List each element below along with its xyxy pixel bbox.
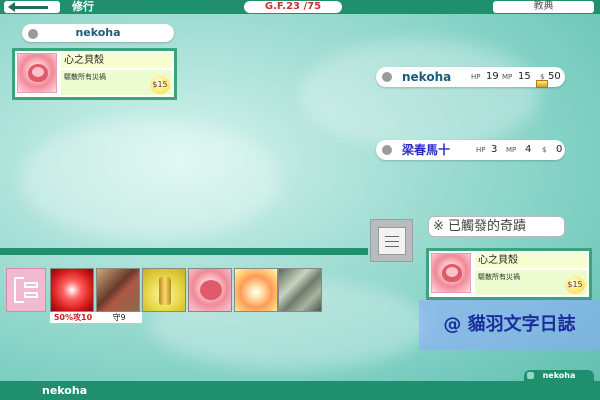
mp-value: 15	[518, 71, 531, 82]
selected-card[interactable]: 心之貝殼 驅散所有災禍 $15	[12, 48, 177, 100]
hand-card-label: 50%攻10	[50, 312, 96, 323]
opponent-status-2[interactable]: 梁春馬十 HP 3 MP 4 $ 0	[376, 140, 565, 160]
money-label: $	[542, 146, 547, 154]
gf-label: G.F.	[264, 1, 287, 12]
hp-value: 3	[491, 144, 498, 155]
hand-card-gray[interactable]	[278, 268, 322, 312]
hand-card-label: 守9	[96, 312, 142, 323]
card-price-coin: $15	[565, 276, 585, 294]
hand-card-attack[interactable]: 50%攻10	[50, 268, 96, 323]
hand-card-guard[interactable]: 守9	[96, 268, 142, 323]
hand-card-heart-shell[interactable]	[188, 268, 232, 312]
field-divider	[0, 248, 368, 255]
coin-icon	[536, 80, 548, 88]
hp-value: 19	[486, 71, 499, 82]
gf-total: /75	[303, 1, 322, 12]
bottom-bar	[0, 381, 600, 400]
bg-cloud	[20, 120, 280, 240]
card-name: 心之貝殼	[61, 53, 172, 68]
money-value: 50	[548, 71, 561, 82]
hp-label: HP	[471, 73, 481, 81]
card-stack-icon	[378, 227, 406, 255]
heart-shell-card-art	[17, 53, 57, 93]
mp-label: MP	[502, 73, 513, 81]
triggered-miracle-label: ※ 已觸發的奇蹟	[428, 216, 565, 237]
footer-pill-name: nekoha	[542, 371, 576, 380]
watermark: @ 貓羽文字日誌	[419, 300, 600, 350]
card-name: 心之貝殼	[475, 253, 587, 268]
status-dot-icon	[382, 72, 392, 82]
player-name: nekoha	[75, 26, 121, 39]
hand-card-glow[interactable]	[234, 268, 278, 312]
bg-cloud	[300, 40, 540, 150]
status-dot-icon	[382, 145, 392, 155]
heart-shell-card-art	[431, 253, 471, 293]
back-arrow-icon	[8, 2, 48, 12]
card-stack-slot[interactable]	[370, 219, 413, 262]
mp-value: 4	[525, 144, 532, 155]
grace-fund-counter: G.F.23 /75	[244, 1, 342, 13]
tutorial-button[interactable]: 教典	[493, 1, 594, 13]
triggered-card[interactable]: 心之貝殼 驅散所有災禍 $15	[426, 248, 592, 300]
mp-label: MP	[506, 146, 517, 154]
potion-bottle-icon	[159, 277, 171, 305]
hand-toggle-button[interactable]	[6, 268, 46, 312]
back-button[interactable]	[4, 1, 60, 13]
player-name-pill: nekoha	[22, 24, 174, 42]
shell-icon	[200, 280, 222, 300]
opponent-name: 梁春馬十	[402, 143, 451, 157]
footer-player-name: nekoha	[42, 384, 88, 397]
hand-card-potion[interactable]	[142, 268, 186, 312]
money-value: 0	[556, 144, 563, 155]
screen-title: 修行	[72, 0, 94, 13]
hp-label: HP	[476, 146, 486, 154]
card-price-coin: $15	[150, 76, 170, 94]
footer-player-pill[interactable]: nekoha	[524, 370, 594, 381]
opponent-name: nekoha	[402, 70, 452, 84]
gf-current: 23	[286, 1, 301, 12]
